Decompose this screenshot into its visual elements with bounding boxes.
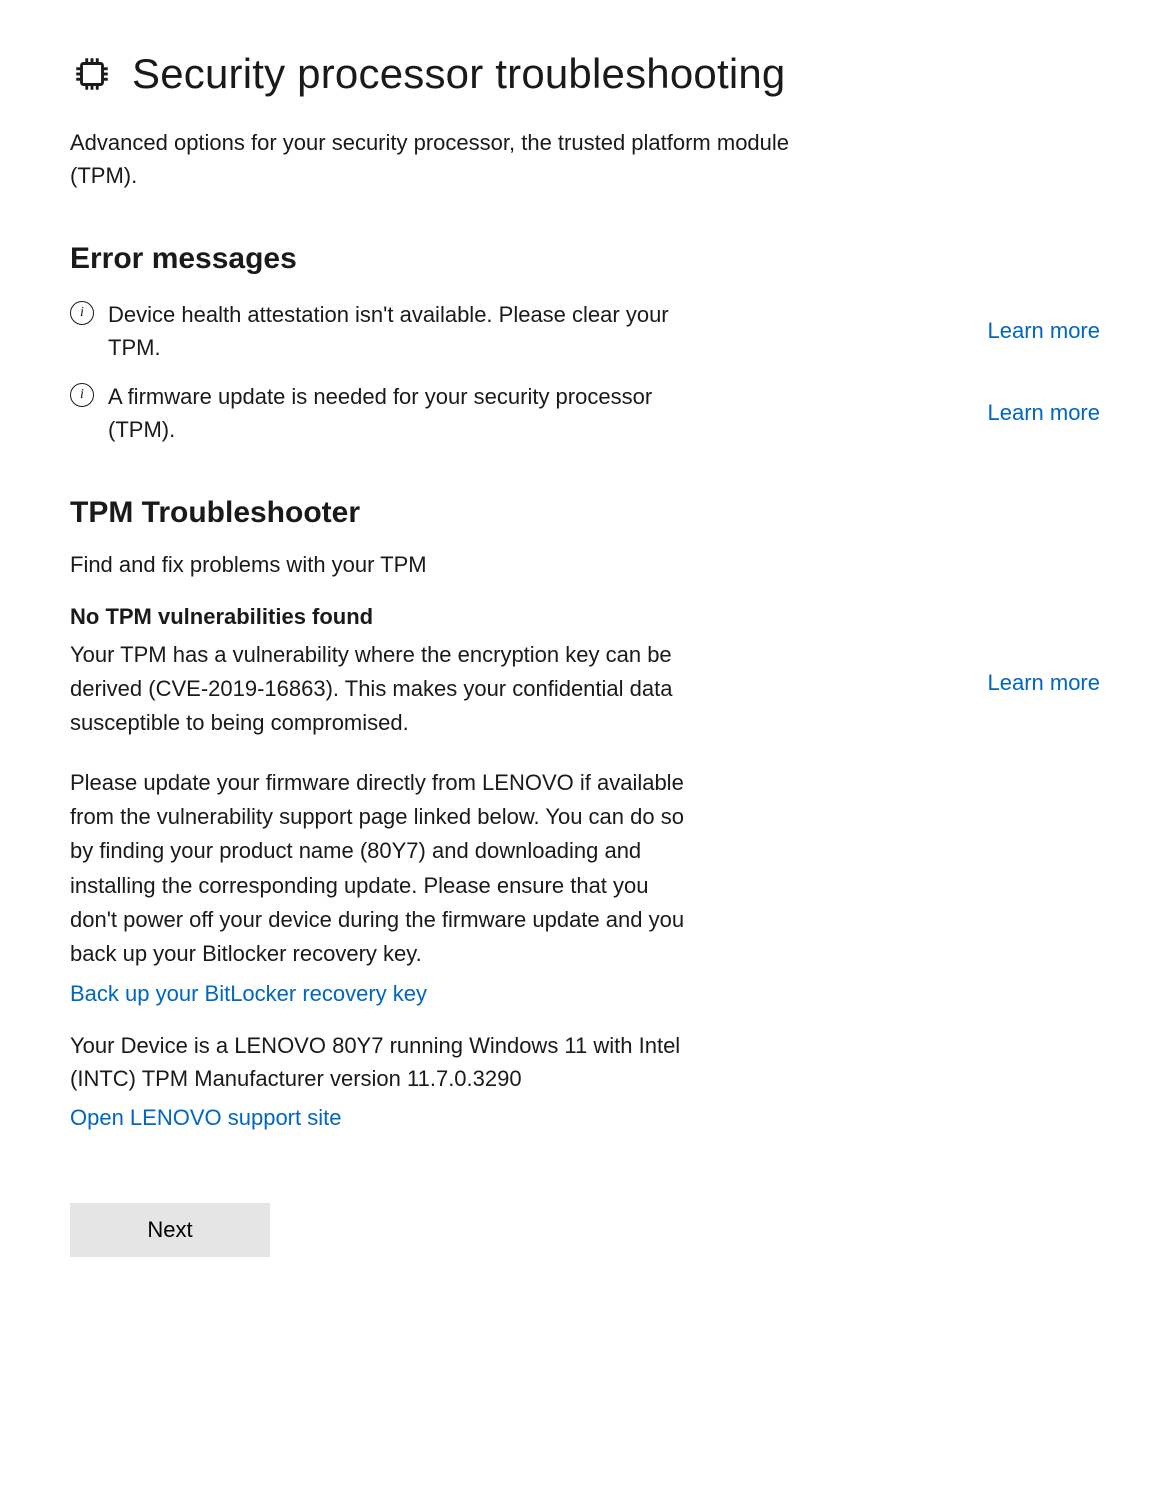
next-button[interactable]: Next: [70, 1203, 270, 1257]
page-title: Security processor troubleshooting: [132, 50, 785, 98]
tpm-troubleshooter-subtitle: Find and fix problems with your TPM: [70, 552, 1100, 578]
learn-more-link[interactable]: Learn more: [987, 670, 1100, 696]
firmware-update-text: Please update your firmware directly fro…: [70, 766, 690, 971]
learn-more-link[interactable]: Learn more: [987, 400, 1100, 426]
tpm-vulnerability-text: Your TPM has a vulnerability where the e…: [70, 638, 700, 740]
error-list: i Device health attestation isn't availa…: [70, 298, 1100, 446]
page-header: Security processor troubleshooting: [70, 50, 1100, 98]
error-message: Device health attestation isn't availabl…: [108, 298, 698, 364]
backup-bitlocker-link[interactable]: Back up your BitLocker recovery key: [70, 981, 427, 1007]
tpm-vulnerability-block: Your TPM has a vulnerability where the e…: [70, 638, 1100, 740]
chip-icon: [70, 52, 114, 96]
open-support-link[interactable]: Open LENOVO support site: [70, 1105, 341, 1131]
error-messages-heading: Error messages: [70, 242, 1100, 276]
error-row: i Device health attestation isn't availa…: [70, 298, 1100, 364]
learn-more-link[interactable]: Learn more: [987, 318, 1100, 344]
info-icon: i: [70, 383, 94, 407]
info-icon: i: [70, 301, 94, 325]
tpm-troubleshooter-heading: TPM Troubleshooter: [70, 496, 1100, 530]
device-info-text: Your Device is a LENOVO 80Y7 running Win…: [70, 1029, 690, 1095]
page-subtitle: Advanced options for your security proce…: [70, 126, 850, 192]
error-message: A firmware update is needed for your sec…: [108, 380, 698, 446]
error-row: i A firmware update is needed for your s…: [70, 380, 1100, 446]
tpm-status-heading: No TPM vulnerabilities found: [70, 604, 1100, 630]
